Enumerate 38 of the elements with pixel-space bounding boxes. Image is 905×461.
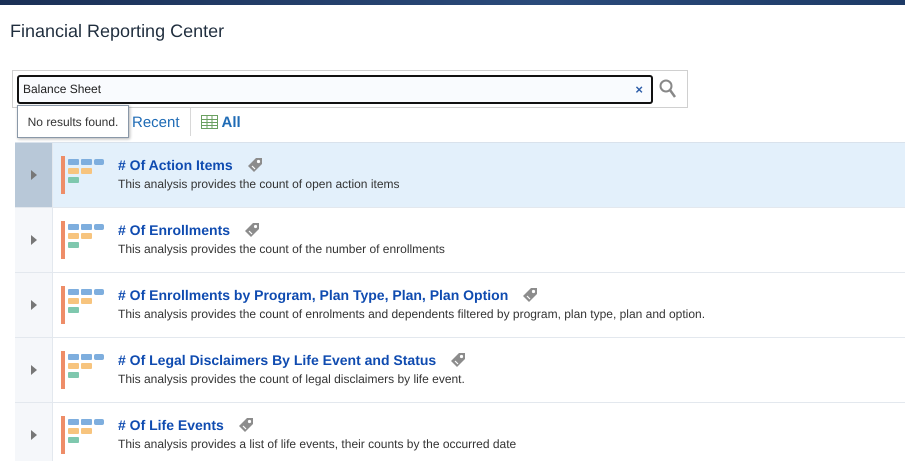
search-field[interactable]: Balance Sheet × <box>17 74 653 104</box>
tab[interactable]: Recent <box>128 108 190 136</box>
report-description: This analysis provides the count of legal disclaimers by life event. <box>118 372 466 386</box>
report-description: This analysis provides the count of the number of enrollments <box>118 242 445 256</box>
report-title[interactable]: # Of Action Items <box>118 157 233 173</box>
report-description: This analysis provides the count of enrolments and dependents filtered by program, plan type, plan and option. <box>118 307 706 321</box>
tag-icon[interactable] <box>522 287 538 303</box>
expand-icon[interactable] <box>30 300 36 310</box>
tag-icon[interactable] <box>244 222 260 238</box>
expand-icon[interactable] <box>30 170 36 180</box>
grid-icon <box>200 115 218 129</box>
expand-icon[interactable] <box>30 430 36 440</box>
tag-icon[interactable] <box>238 417 254 433</box>
report-icon <box>61 286 106 324</box>
report-description: This analysis provides a list of life events, their counts by the occurred date <box>118 437 516 451</box>
report-description: This analysis provides the count of open action items <box>118 177 400 191</box>
expand-icon[interactable] <box>30 365 36 375</box>
report-row[interactable]: # Of Life Events This analysis provides a list of life events, their counts by the occurred date <box>15 403 905 461</box>
report-row[interactable]: # Of Legal Disclaimers By Life Event and Status This analysis provides the count of legal disclaimers by life event. <box>15 338 905 403</box>
report-title[interactable]: # Of Enrollments by Program, Plan Type, Plan, Plan Option <box>118 287 508 303</box>
tag-icon[interactable] <box>450 352 466 368</box>
report-title[interactable]: # Of Life Events <box>118 417 224 433</box>
report-title[interactable]: # Of Legal Disclaimers By Life Event and Status <box>118 352 436 368</box>
report-row[interactable]: # Of Enrollments This analysis provides the count of the number of enrollments <box>15 208 905 273</box>
page-title: Financial Reporting Center <box>9 20 226 43</box>
tag-icon[interactable] <box>246 157 263 173</box>
report-icon <box>61 221 106 259</box>
expand-icon[interactable] <box>30 235 36 245</box>
report-icon <box>61 351 106 389</box>
search-icon[interactable] <box>659 79 677 99</box>
clear-button[interactable]: × <box>635 82 643 96</box>
report-row[interactable]: # Of Action Items This analysis provides the count of open action items <box>15 143 905 208</box>
report-title[interactable]: # Of Enrollments <box>118 222 230 238</box>
report-icon <box>61 156 106 194</box>
no-results-popup: No results found. <box>17 105 129 138</box>
report-icon <box>61 416 106 454</box>
tab[interactable]: All <box>190 108 251 136</box>
report-row[interactable]: # Of Enrollments by Program, Plan Type, Plan, Plan Option This analysis provides the count of enrolments and dependents filtered by program, plan type, plan and option. <box>15 273 905 338</box>
